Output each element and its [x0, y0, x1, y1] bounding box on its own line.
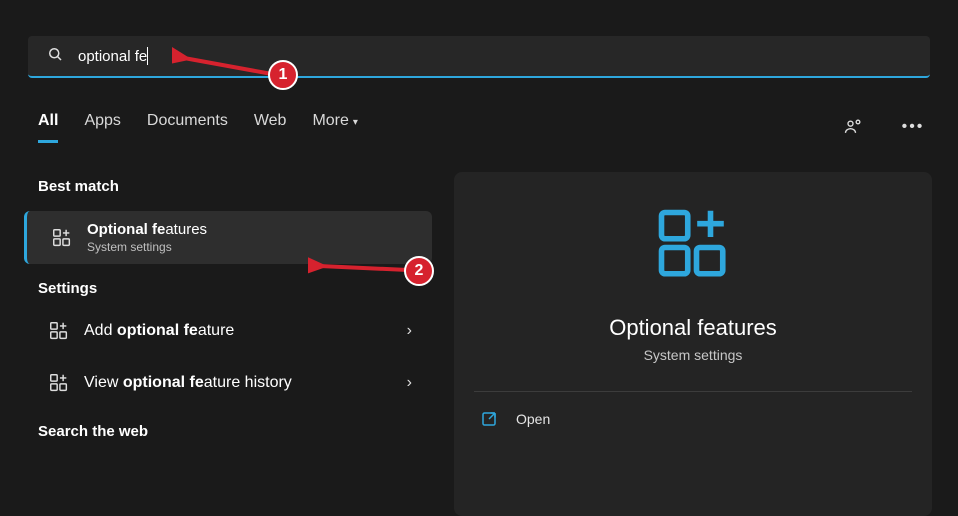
tab-documents[interactable]: Documents	[147, 112, 228, 143]
chevron-right-icon: ›	[407, 322, 412, 340]
more-options-icon[interactable]: •••	[896, 110, 930, 144]
preview-pane: Optional features System settings Open	[454, 172, 932, 516]
apps-add-icon	[48, 372, 70, 394]
result-feature-history[interactable]: View optional feature history ›	[0, 357, 444, 409]
preview-sub: System settings	[644, 347, 743, 363]
text-cursor	[147, 47, 148, 65]
search-bar[interactable]: optional fe	[28, 36, 930, 78]
tab-more[interactable]: More▾	[312, 112, 357, 143]
tab-apps[interactable]: Apps	[84, 112, 120, 143]
best-match-header: Best match	[0, 178, 444, 195]
preview-title: Optional features	[609, 315, 777, 341]
tab-all[interactable]: All	[38, 112, 58, 143]
result-title: Optional features	[87, 221, 207, 238]
result-label: Add optional feature	[84, 322, 234, 340]
apps-add-icon	[51, 227, 73, 249]
result-add-feature[interactable]: Add optional feature ›	[0, 305, 444, 357]
settings-header: Settings	[0, 280, 444, 297]
result-sub: System settings	[87, 240, 207, 254]
open-action[interactable]: Open	[454, 392, 932, 446]
result-label: View optional feature history	[84, 374, 292, 392]
apps-add-icon-large	[651, 202, 735, 291]
tab-web[interactable]: Web	[254, 112, 287, 143]
result-optional-features[interactable]: Optional features System settings	[24, 211, 432, 264]
chevron-down-icon: ▾	[353, 117, 358, 128]
open-label: Open	[516, 411, 550, 427]
apps-add-icon	[48, 320, 70, 342]
chevron-right-icon: ›	[407, 374, 412, 392]
search-text: optional fe	[78, 48, 147, 65]
open-icon	[480, 410, 498, 428]
search-web-header: Search the web	[0, 423, 444, 440]
search-icon	[46, 45, 64, 68]
search-company-icon[interactable]	[836, 110, 870, 144]
